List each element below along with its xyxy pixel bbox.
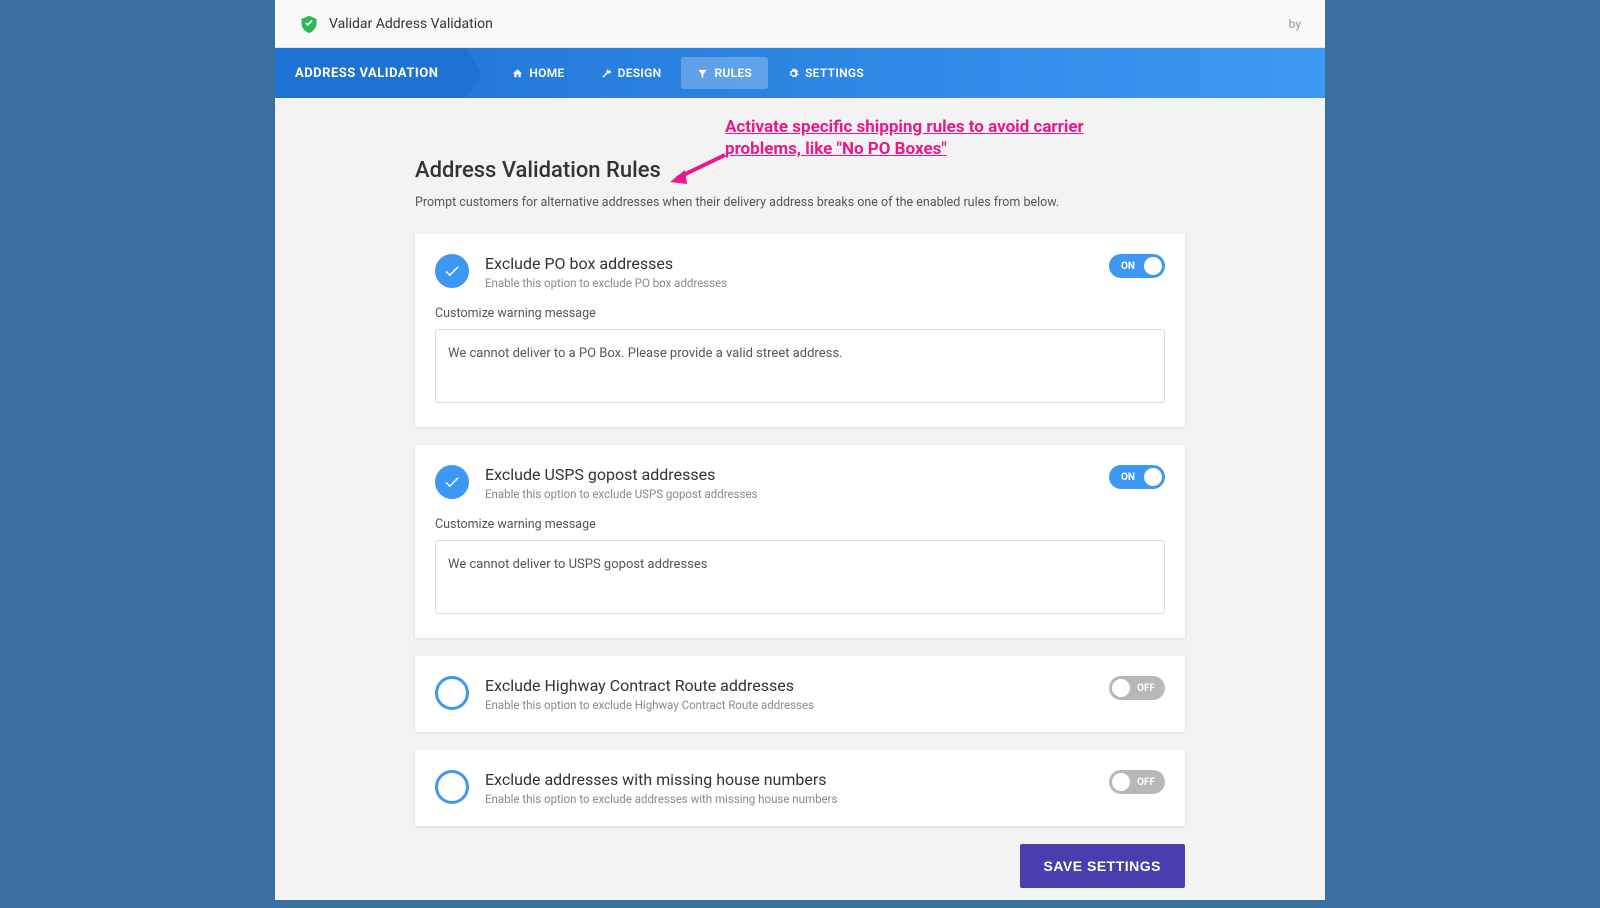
rule-toggle[interactable]: OFF (1109, 770, 1165, 794)
nav-item-rules[interactable]: RULES (681, 57, 768, 89)
toggle-label: ON (1121, 472, 1135, 483)
empty-circle-icon (435, 676, 469, 710)
nav-item-design[interactable]: DESIGN (585, 57, 678, 89)
rule-card: Exclude PO box addresses Enable this opti… (415, 234, 1185, 427)
warning-message-input[interactable] (435, 540, 1165, 614)
warning-message-input[interactable] (435, 329, 1165, 403)
toggle-knob (1144, 468, 1162, 486)
rule-description: Enable this option to exclude Highway Co… (485, 698, 1093, 712)
rule-title: Exclude addresses with missing house num… (485, 770, 1093, 789)
rule-title: Exclude USPS gopost addresses (485, 465, 1093, 484)
filter-icon (697, 68, 708, 79)
toggle-label: OFF (1137, 683, 1155, 694)
nav-label: HOME (529, 66, 564, 80)
toggle-knob (1144, 257, 1162, 275)
check-circle-icon (435, 465, 469, 499)
rule-card: Exclude addresses with missing house num… (415, 750, 1185, 826)
rule-toggle[interactable]: ON (1109, 465, 1165, 489)
gear-icon (788, 68, 799, 79)
nav-item-settings[interactable]: SETTINGS (772, 57, 880, 89)
nav-item-home[interactable]: HOME (496, 57, 580, 89)
toggle-knob (1112, 773, 1130, 791)
app-window: Validar Address Validation by ADDRESS VA… (275, 0, 1325, 900)
customize-message-label: Customize warning message (435, 517, 1165, 532)
rule-card: Exclude Highway Contract Route addresses… (415, 656, 1185, 732)
content-area: Activate specific shipping rules to avoi… (275, 98, 1325, 908)
home-icon (512, 68, 523, 79)
nav-label: RULES (714, 66, 752, 80)
rule-description: Enable this option to exclude USPS gopos… (485, 487, 1093, 501)
rule-card: Exclude USPS gopost addresses Enable this… (415, 445, 1185, 638)
rule-description: Enable this option to exclude PO box add… (485, 276, 1093, 290)
check-circle-icon (435, 254, 469, 288)
toggle-label: OFF (1137, 777, 1155, 788)
page-subtitle: Prompt customers for alternative address… (415, 195, 1185, 210)
rule-toggle[interactable]: OFF (1109, 676, 1165, 700)
nav-bar: ADDRESS VALIDATION HOME DESIGN RULES SET… (275, 48, 1325, 98)
header-bar: Validar Address Validation by (275, 0, 1325, 48)
page-title: Address Validation Rules (415, 158, 1185, 183)
empty-circle-icon (435, 770, 469, 804)
by-label: by (1289, 17, 1301, 31)
app-title: Validar Address Validation (329, 16, 493, 32)
rule-description: Enable this option to exclude addresses … (485, 792, 1093, 806)
rule-title: Exclude PO box addresses (485, 254, 1093, 273)
toggle-knob (1112, 679, 1130, 697)
customize-message-label: Customize warning message (435, 306, 1165, 321)
wrench-icon (601, 68, 612, 79)
nav-label: SETTINGS (805, 66, 864, 80)
rule-toggle[interactable]: ON (1109, 254, 1165, 278)
nav-section-title: ADDRESS VALIDATION (275, 48, 466, 98)
nav-label: DESIGN (618, 66, 662, 80)
toggle-label: ON (1121, 261, 1135, 272)
annotation-arrow (665, 150, 735, 190)
save-settings-button[interactable]: SAVE SETTINGS (1020, 844, 1185, 888)
annotation-callout: Activate specific shipping rules to avoi… (725, 116, 1085, 160)
shield-icon (299, 13, 319, 35)
rule-title: Exclude Highway Contract Route addresses (485, 676, 1093, 695)
